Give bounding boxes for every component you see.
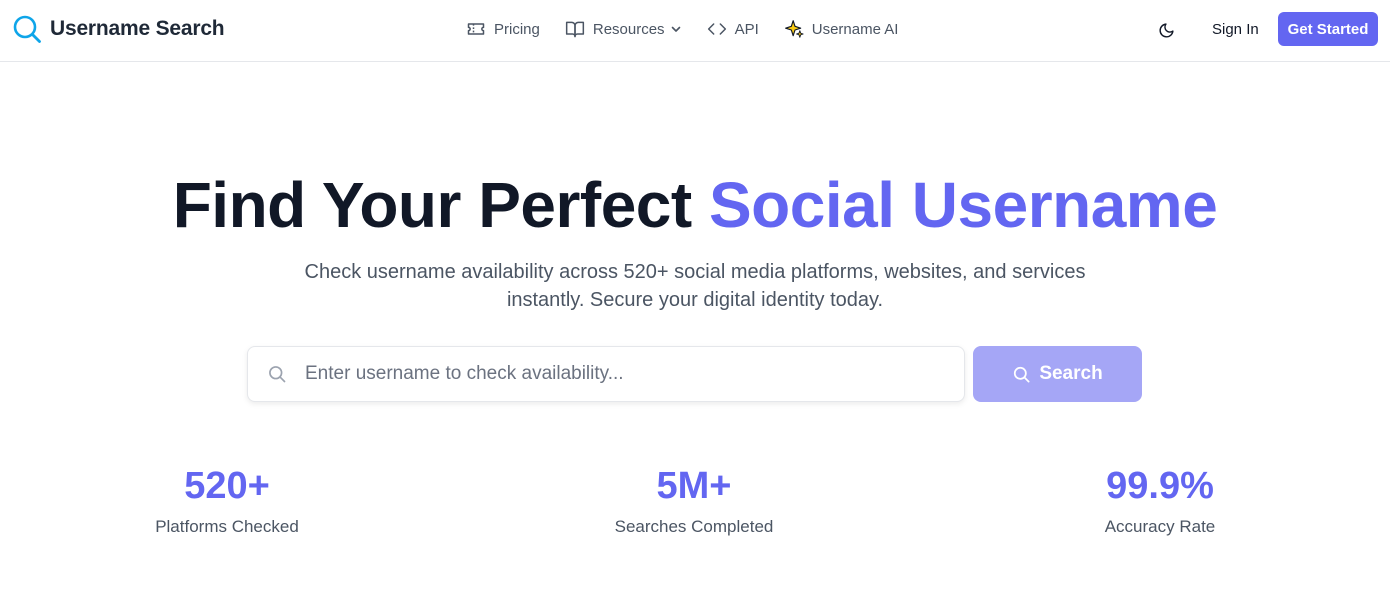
- sign-in-link[interactable]: Sign In: [1202, 12, 1269, 46]
- search-box: [247, 346, 965, 402]
- nav-resources-dropdown[interactable]: Resources: [565, 19, 682, 39]
- hero-title-prefix: Find Your Perfect: [172, 169, 693, 241]
- brand-logo-link[interactable]: Username Search: [12, 13, 225, 45]
- stat-label: Searches Completed: [614, 517, 774, 536]
- username-search-input[interactable]: [305, 363, 945, 385]
- moon-icon: [1159, 22, 1174, 37]
- hero-subtitle: Check username availability across 520+ …: [304, 261, 1086, 311]
- stat-value: 520+: [184, 465, 270, 507]
- sparkle-icon: [784, 20, 804, 38]
- stat-value: 99.9%: [1106, 465, 1214, 507]
- top-navbar: Username Search Pricing Resources API Us…: [0, 0, 1390, 62]
- nav-username-ai-label: Username AI: [811, 20, 899, 38]
- stat-accuracy: 99.9% Accuracy Rate: [1030, 462, 1290, 538]
- stat-searches: 5M+ Searches Completed: [564, 462, 824, 538]
- stat-platforms: 520+ Platforms Checked: [97, 462, 357, 538]
- ticket-icon: [467, 23, 485, 35]
- stat-value: 5M+: [656, 465, 732, 507]
- hero-title-accent: Social Username: [708, 169, 1218, 241]
- nav-api-label: API: [734, 20, 759, 38]
- nav-resources-label: Resources: [592, 20, 665, 38]
- main-nav: Pricing Resources API Username AI: [466, 17, 898, 41]
- brand-name: Username Search: [50, 17, 225, 40]
- nav-api[interactable]: API: [707, 19, 759, 39]
- search-button[interactable]: Search: [973, 346, 1142, 402]
- nav-username-ai[interactable]: Username AI: [784, 19, 899, 39]
- search-icon: [1014, 366, 1030, 382]
- stat-label: Platforms Checked: [155, 517, 299, 536]
- hero-title: Find Your Perfect Social Username: [0, 166, 1390, 244]
- nav-pricing[interactable]: Pricing: [466, 19, 540, 39]
- search-icon: [269, 366, 286, 383]
- stat-label: Accuracy Rate: [1104, 517, 1216, 536]
- search-button-label: Search: [1039, 363, 1103, 384]
- code-icon: [707, 23, 726, 35]
- chevron-down-icon: [671, 26, 680, 32]
- book-open-icon: [565, 21, 584, 38]
- nav-pricing-label: Pricing: [494, 20, 540, 38]
- get-started-button[interactable]: Get Started: [1278, 12, 1378, 46]
- search-icon: [13, 15, 41, 43]
- theme-toggle-button[interactable]: [1154, 18, 1178, 42]
